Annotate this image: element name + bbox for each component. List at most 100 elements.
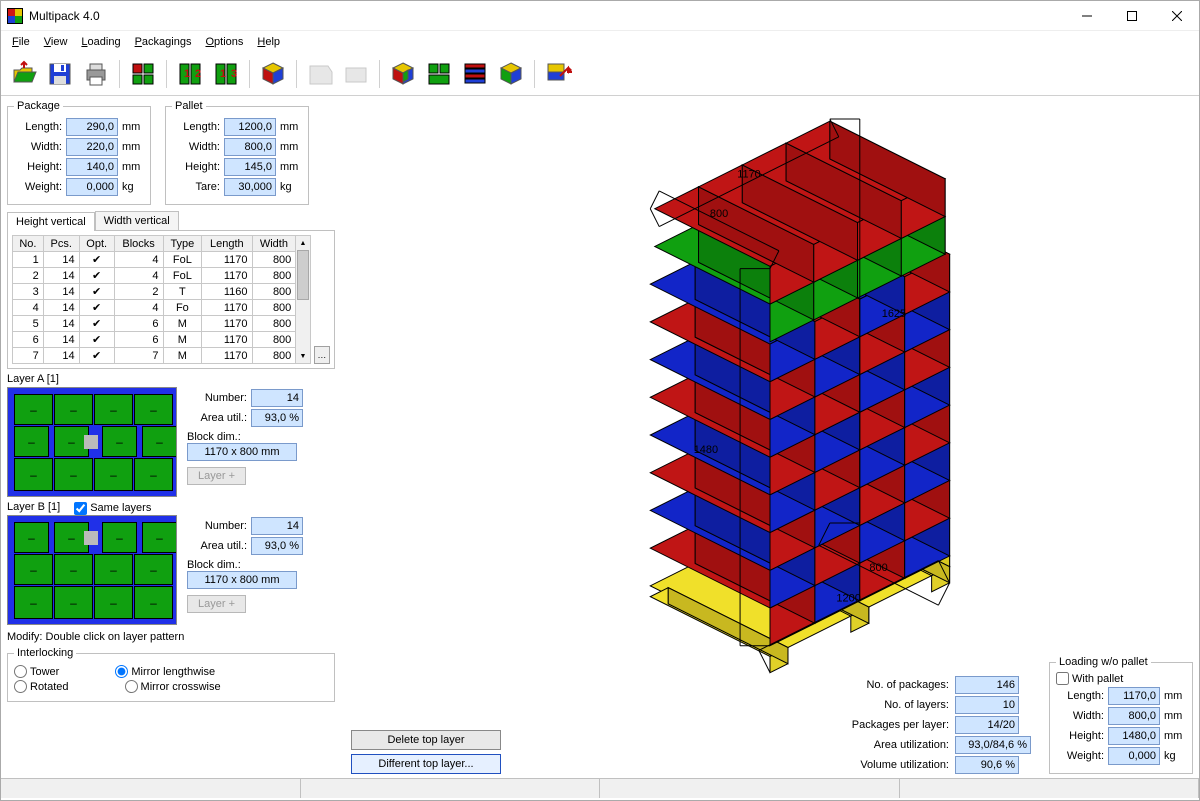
radio-mirror-lengthwise[interactable]: Mirror lengthwise — [115, 665, 215, 678]
box13-icon[interactable]: 13 — [209, 57, 243, 91]
loading-group: Loading w/o pallet With pallet Length:11… — [1049, 656, 1193, 774]
stat-packages: 146 — [955, 676, 1019, 694]
layer-b-plus-button: Layer + — [187, 595, 246, 613]
package-weight[interactable]: 0,000 — [66, 178, 118, 196]
package-height[interactable]: 140,0 — [66, 158, 118, 176]
tab-width-vertical[interactable]: Width vertical — [95, 211, 179, 230]
layer-a-area: 93,0 % — [251, 409, 303, 427]
layer-a-preview[interactable]: –––––––––––– — [7, 387, 177, 497]
delete-top-layer-button[interactable]: Delete top layer — [351, 730, 501, 750]
menu-packagings[interactable]: Packagings — [128, 33, 199, 51]
layer-b-area: 93,0 % — [251, 537, 303, 555]
layer-b-blockdim: 1170 x 800 mm — [187, 571, 297, 589]
svg-text:3: 3 — [231, 68, 237, 80]
svg-text:1625: 1625 — [882, 308, 906, 320]
same-layers-checkbox[interactable]: Same layers — [74, 502, 151, 515]
close-button[interactable] — [1154, 1, 1199, 31]
table-row[interactable]: 314✔2T1160800 — [13, 284, 296, 300]
package-length[interactable]: 290,0 — [66, 118, 118, 136]
svg-text:800: 800 — [710, 208, 728, 220]
view-side-icon[interactable] — [494, 57, 528, 91]
loading-length: 1170,0 — [1108, 687, 1160, 705]
menu-help[interactable]: Help — [250, 33, 287, 51]
loading-weight: 0,000 — [1108, 747, 1160, 765]
table-row[interactable]: 214✔4FoL1170800 — [13, 268, 296, 284]
minimize-button[interactable] — [1064, 1, 1109, 31]
package-width[interactable]: 220,0 — [66, 138, 118, 156]
stat-area: 93,0/84,6 % — [955, 736, 1031, 754]
svg-text:1: 1 — [220, 68, 226, 80]
window-controls — [1064, 1, 1199, 31]
toolbar: 12 13 — [1, 53, 1199, 96]
table-row[interactable]: 114✔4FoL1170800 — [13, 252, 296, 268]
pallet-group: Pallet Length:1200,0mm Width:800,0mm Hei… — [165, 100, 309, 205]
view-front-icon[interactable] — [458, 57, 492, 91]
radio-mirror-crosswise[interactable]: Mirror crosswise — [125, 680, 221, 693]
left-panel: Package Length:290,0mm Width:220,0mm Hei… — [1, 96, 341, 778]
interlocking-group: Interlocking Tower Mirror lengthwise Rot… — [7, 647, 335, 702]
export-icon[interactable] — [541, 57, 575, 91]
svg-text:800: 800 — [869, 562, 887, 574]
box12-icon[interactable]: 12 — [173, 57, 207, 91]
menu-view[interactable]: View — [37, 33, 75, 51]
table-row[interactable]: 714✔7M1170800 — [13, 348, 296, 364]
layer-a-number[interactable]: 14 — [251, 389, 303, 407]
layout-table[interactable]: No.Pcs.Opt.BlocksTypeLengthWidth 114✔4Fo… — [12, 235, 296, 364]
container2-icon — [339, 57, 373, 91]
tabs: Height vertical Width vertical — [7, 211, 335, 230]
pallet-legend: Pallet — [172, 100, 206, 112]
layer-b-number[interactable]: 14 — [251, 517, 303, 535]
view-iso-icon[interactable] — [386, 57, 420, 91]
layer-a-plus-button: Layer + — [187, 467, 246, 485]
table-scrollbar[interactable]: ▲▼ — [296, 235, 310, 364]
layer-b-title: Layer B [1] — [7, 501, 60, 513]
tab-height-vertical[interactable]: Height vertical — [7, 212, 95, 231]
pallet-width[interactable]: 800,0 — [224, 138, 276, 156]
svg-text:1: 1 — [184, 68, 190, 80]
view-top-icon[interactable] — [422, 57, 456, 91]
loading-height: 1480,0 — [1108, 727, 1160, 745]
titlebar: Multipack 4.0 — [1, 1, 1199, 31]
stat-layers: 10 — [955, 696, 1019, 714]
container1-icon — [303, 57, 337, 91]
app-title: Multipack 4.0 — [29, 9, 100, 23]
menubar: File View Loading Packagings Options Hel… — [1, 31, 1199, 53]
palette-3d-icon[interactable] — [256, 57, 290, 91]
loading-width: 800,0 — [1108, 707, 1160, 725]
right-panel: 8001170148016251200800 Delete top layer … — [341, 96, 1199, 778]
package-group: Package Length:290,0mm Width:220,0mm Hei… — [7, 100, 151, 205]
svg-text:1200: 1200 — [836, 592, 860, 604]
table-row[interactable]: 514✔6M1170800 — [13, 316, 296, 332]
menu-file[interactable]: File — [5, 33, 37, 51]
table-more-button[interactable]: … — [314, 346, 330, 364]
open-icon[interactable] — [7, 57, 41, 91]
package-legend: Package — [14, 100, 63, 112]
svg-text:1480: 1480 — [694, 444, 718, 456]
modify-hint: Modify: Double click on layer pattern — [7, 631, 335, 643]
pallet-length[interactable]: 1200,0 — [224, 118, 276, 136]
stat-per-layer: 14/20 — [955, 716, 1019, 734]
app-icon — [7, 8, 23, 24]
pallet-height[interactable]: 145,0 — [224, 158, 276, 176]
table-row[interactable]: 614✔6M1170800 — [13, 332, 296, 348]
stats-panel: No. of packages:146 No. of layers:10 Pac… — [852, 676, 1031, 774]
print-icon[interactable] — [79, 57, 113, 91]
status-bar — [1, 778, 1199, 798]
layer-a-title: Layer A [1] — [7, 373, 335, 385]
svg-text:1170: 1170 — [737, 169, 761, 181]
menu-options[interactable]: Options — [198, 33, 250, 51]
stat-volume: 90,6 % — [955, 756, 1019, 774]
different-top-layer-button[interactable]: Different top layer... — [351, 754, 501, 774]
boxes-green-icon[interactable] — [126, 57, 160, 91]
maximize-button[interactable] — [1109, 1, 1154, 31]
pallet-tare[interactable]: 30,000 — [224, 178, 276, 196]
svg-text:2: 2 — [195, 68, 201, 80]
radio-rotated[interactable]: Rotated — [14, 680, 69, 693]
table-row[interactable]: 414✔4Fo1170800 — [13, 300, 296, 316]
with-pallet-checkbox[interactable]: With pallet — [1056, 672, 1186, 685]
radio-tower[interactable]: Tower — [14, 665, 59, 678]
layer-a-blockdim: 1170 x 800 mm — [187, 443, 297, 461]
save-icon[interactable] — [43, 57, 77, 91]
layer-b-preview[interactable]: –––––––––––– — [7, 515, 177, 625]
menu-loading[interactable]: Loading — [74, 33, 127, 51]
